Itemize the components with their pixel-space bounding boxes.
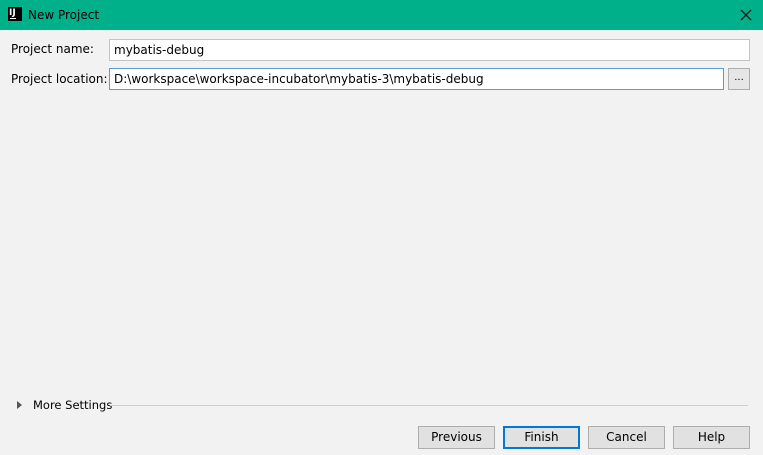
project-location-input[interactable]: [109, 68, 724, 90]
separator: [110, 405, 748, 406]
close-icon: [740, 9, 752, 21]
window-title: New Project: [28, 8, 100, 22]
more-settings-label: More Settings: [33, 398, 113, 412]
more-settings-toggle[interactable]: More Settings: [15, 397, 112, 413]
intellij-app-icon: IJ: [8, 7, 22, 21]
expand-arrow-icon: [17, 401, 22, 409]
help-button[interactable]: Help: [673, 426, 750, 449]
project-name-input[interactable]: [109, 39, 750, 61]
project-location-label: Project location:: [11, 72, 108, 86]
cancel-button[interactable]: Cancel: [588, 426, 665, 449]
previous-button[interactable]: Previous: [418, 426, 495, 449]
title-bar: IJ New Project: [0, 0, 763, 30]
project-name-label: Project name:: [11, 42, 94, 56]
close-button[interactable]: [729, 0, 763, 30]
finish-button[interactable]: Finish: [503, 426, 580, 449]
browse-button[interactable]: ...: [728, 68, 750, 90]
